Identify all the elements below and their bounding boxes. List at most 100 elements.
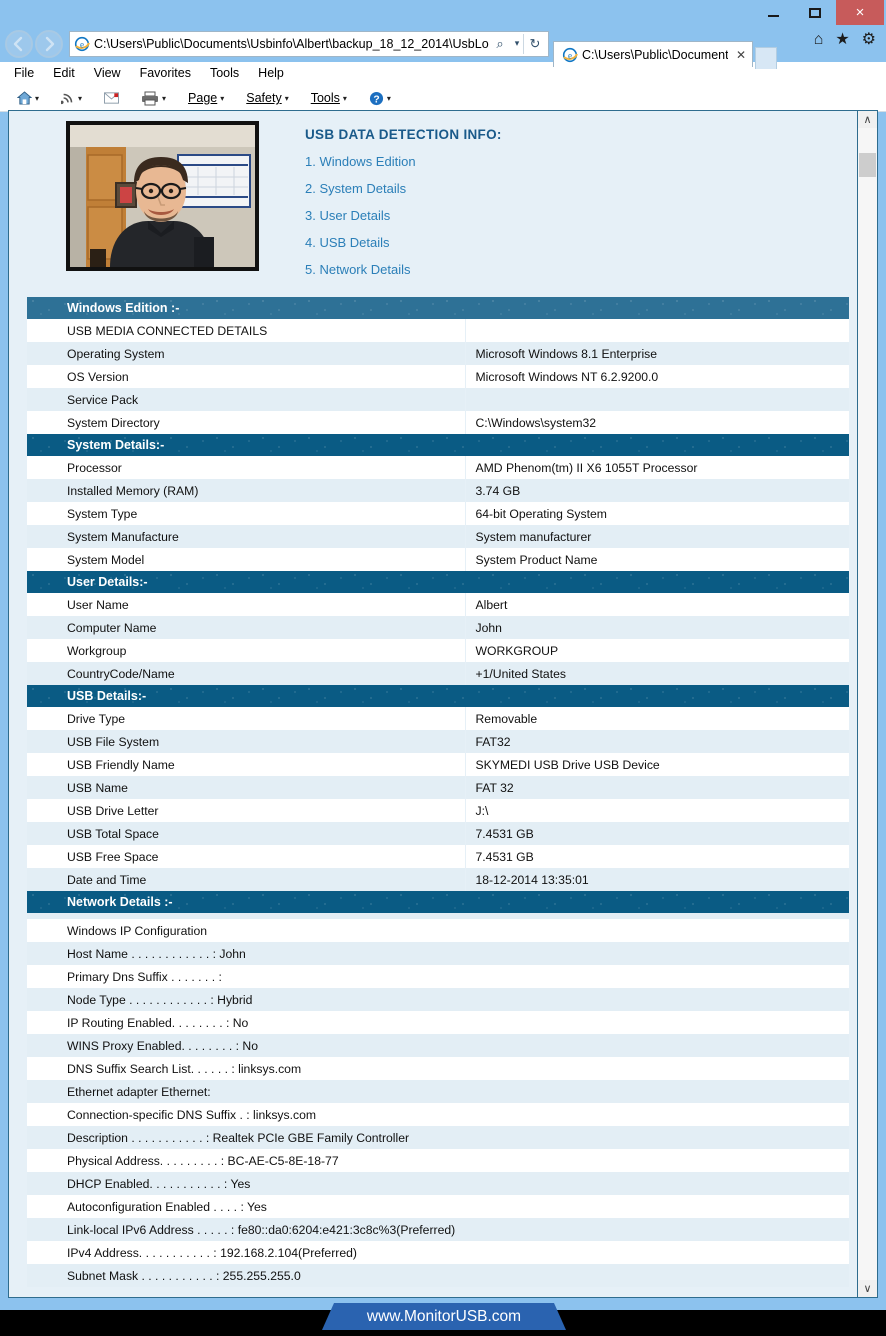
rss-feed-icon (61, 93, 73, 105)
minimize-button[interactable] (752, 0, 794, 25)
table-row: Processor AMD Phenom(tm) II X6 1055T Proc… (27, 456, 849, 479)
menu-help[interactable]: Help (258, 66, 284, 80)
feeds-caret-icon[interactable]: ▾ (78, 94, 82, 103)
network-line: Windows IP Configuration (27, 919, 849, 942)
refresh-icon[interactable]: ↻ (524, 32, 546, 56)
table-row: USB File System FAT32 (27, 730, 849, 753)
home-button[interactable]: ▾ (14, 91, 42, 105)
help-question-icon: ? (369, 91, 383, 105)
network-line: Link-local IPv6 Address . . . . . : fe80… (27, 1218, 849, 1241)
page-menu[interactable]: Page ▾ (185, 91, 227, 105)
row-value: Removable (465, 707, 849, 730)
row-value: System Product Name (465, 548, 849, 571)
gear-icon[interactable]: ⚙ (862, 32, 876, 48)
vertical-scrollbar[interactable]: ∧ ∨ (857, 111, 877, 1297)
safety-caret-icon[interactable]: ▾ (285, 94, 289, 103)
read-mail-button[interactable] (101, 92, 122, 104)
row-key: System Model (27, 548, 466, 571)
row-key: OS Version (27, 365, 466, 388)
webcam-photo-image (70, 125, 255, 267)
maximize-button[interactable] (794, 0, 836, 25)
menu-tools[interactable]: Tools (210, 66, 239, 80)
feeds-button[interactable]: ▾ (58, 91, 85, 105)
scrollbar-track[interactable] (858, 128, 877, 1280)
tab-usblog[interactable]: e C:\Users\Public\Document... ✕ (553, 41, 753, 67)
network-line: IP Routing Enabled. . . . . . . . : No (27, 1011, 849, 1034)
printer-icon (142, 91, 159, 105)
address-dropdown-icon[interactable]: ▾ (511, 32, 523, 56)
row-value: FAT 32 (465, 776, 849, 799)
section-title: Network Details :- (67, 895, 173, 909)
scrollbar-thumb[interactable] (859, 153, 876, 177)
row-value: FAT32 (465, 730, 849, 753)
row-value: WORKGROUP (465, 639, 849, 662)
network-line: IPv4 Address. . . . . . . . . . . : 192.… (27, 1241, 849, 1264)
site-ribbon-label: www.MonitorUSB.com (366, 1307, 522, 1325)
page-caret-icon[interactable]: ▾ (220, 94, 224, 103)
section-windows-edition: Windows Edition :- USB MEDIA CONNECTED DE… (27, 297, 849, 434)
search-icon[interactable]: ⌕ (489, 32, 511, 56)
row-key: USB MEDIA CONNECTED DETAILS (27, 319, 466, 342)
row-value: 7.4531 GB (465, 822, 849, 845)
forward-button[interactable] (35, 29, 63, 58)
info-link-usb-details[interactable]: 4. USB Details (305, 235, 502, 250)
row-value: System manufacturer (465, 525, 849, 548)
back-button[interactable] (5, 29, 33, 58)
svg-text:?: ? (373, 94, 379, 105)
new-tab-button[interactable] (755, 47, 777, 69)
webcam-photo (66, 121, 259, 271)
webcam-photo-wrapper (66, 121, 261, 289)
info-link-windows-edition[interactable]: 1. Windows Edition (305, 154, 502, 169)
list-item: Physical Address. . . . . . . . . : BC-A… (27, 1149, 849, 1172)
row-value: J:\ (465, 799, 849, 822)
list-item: DNS Suffix Search List. . . . . . : link… (27, 1057, 849, 1080)
address-bar[interactable]: e C:\Users\Public\Documents\Usbinfo\Albe… (69, 30, 549, 57)
scroll-down-button[interactable]: ∨ (858, 1280, 877, 1297)
menu-edit[interactable]: Edit (53, 66, 75, 80)
section-header-system-details: System Details:- (27, 434, 849, 456)
network-line: WINS Proxy Enabled. . . . . . . . : No (27, 1034, 849, 1057)
menu-file[interactable]: File (14, 66, 34, 80)
safety-menu[interactable]: Safety ▾ (243, 91, 291, 105)
list-item: Connection-specific DNS Suffix . : links… (27, 1103, 849, 1126)
favorites-star-icon[interactable]: ★ (835, 32, 849, 48)
list-item: Subnet Mask . . . . . . . . . . . : 255.… (27, 1264, 849, 1287)
network-line: Ethernet adapter Ethernet: (27, 1080, 849, 1103)
home-caret-icon[interactable]: ▾ (35, 94, 39, 103)
address-input[interactable]: C:\Users\Public\Documents\Usbinfo\Albert… (94, 37, 489, 51)
info-summary: USB DATA DETECTION INFO: 1. Windows Edit… (305, 121, 502, 289)
help-caret-icon[interactable]: ▾ (387, 94, 391, 103)
tab-close-icon[interactable]: ✕ (736, 48, 746, 62)
tools-menu[interactable]: Tools ▾ (308, 91, 350, 105)
window-controls: × (752, 0, 884, 25)
menu-view[interactable]: View (94, 66, 121, 80)
home-icon[interactable]: ⌂ (814, 32, 824, 48)
section-title: Windows Edition :- (67, 301, 180, 315)
info-link-network-details[interactable]: 5. Network Details (305, 262, 502, 277)
table-row: USB Total Space 7.4531 GB (27, 822, 849, 845)
table-row: USB Name FAT 32 (27, 776, 849, 799)
close-button[interactable]: × (836, 0, 884, 25)
scroll-up-button[interactable]: ∧ (858, 111, 877, 128)
section-header-windows-edition: Windows Edition :- (27, 297, 849, 319)
section-header-network-details: Network Details :- (27, 891, 849, 913)
info-link-user-details[interactable]: 3. User Details (305, 208, 502, 223)
table-row: User Name Albert (27, 593, 849, 616)
list-item: Link-local IPv6 Address . . . . . : fe80… (27, 1218, 849, 1241)
help-button[interactable]: ? ▾ (366, 91, 394, 106)
tab-strip: e C:\Users\Public\Document... ✕ (553, 25, 777, 69)
tools-caret-icon[interactable]: ▾ (343, 94, 347, 103)
row-key: USB File System (27, 730, 466, 753)
row-key: USB Name (27, 776, 466, 799)
table-row: USB Friendly Name SKYMEDI USB Drive USB D… (27, 753, 849, 776)
list-item: IPv4 Address. . . . . . . . . . . : 192.… (27, 1241, 849, 1264)
row-value: Microsoft Windows 8.1 Enterprise (465, 342, 849, 365)
print-button[interactable]: ▾ (138, 91, 169, 106)
list-item: Autoconfiguration Enabled . . . . : Yes (27, 1195, 849, 1218)
row-value: 18-12-2014 13:35:01 (465, 868, 849, 891)
info-link-system-details[interactable]: 2. System Details (305, 181, 502, 196)
print-caret-icon[interactable]: ▾ (162, 94, 166, 103)
menu-bar: File Edit View Favorites Tools Help (0, 62, 886, 85)
forward-arrow-icon (45, 36, 55, 51)
menu-favorites[interactable]: Favorites (140, 66, 191, 80)
